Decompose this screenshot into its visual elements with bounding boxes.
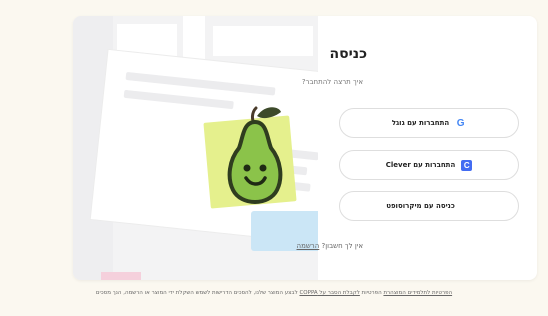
microsoft-icon: [461, 201, 472, 212]
pear-icon: [227, 106, 283, 204]
login-card: כניסה איך תרצה להתחבר? G התחברות עם גוגל…: [73, 16, 537, 280]
clever-icon: C: [461, 159, 473, 171]
clever-signin-button[interactable]: C התחברות עם Clever: [339, 150, 519, 180]
clever-signin-label: התחברות עם Clever: [385, 161, 456, 169]
page-title: כניסה: [329, 46, 367, 62]
signup-link[interactable]: הרשמה: [297, 242, 320, 250]
signup-prompt: אין לך חשבון? הרשמה: [297, 242, 364, 250]
microsoft-signin-label: כניסה עם מיקרוסופט: [386, 202, 455, 210]
google-icon: G: [456, 117, 465, 129]
footer-coppa-link[interactable]: לקבלת הסבר על COPPA: [299, 290, 359, 296]
footer-privacy-link[interactable]: הפרטיות לתלמידים המוצהרת: [383, 290, 452, 296]
no-account-question: אין לך חשבון?: [321, 242, 363, 250]
google-signin-button[interactable]: G התחברות עם גוגל: [339, 108, 519, 138]
microsoft-signin-button[interactable]: כניסה עם מיקרוסופט: [339, 191, 519, 221]
footer: הפרטיות לתלמידים המוצהרת הפרטיות לקבלת ה…: [95, 290, 453, 296]
page-subtitle: איך תרצה להתחבר?: [301, 78, 363, 86]
google-signin-label: התחברות עם גוגל: [391, 119, 450, 127]
